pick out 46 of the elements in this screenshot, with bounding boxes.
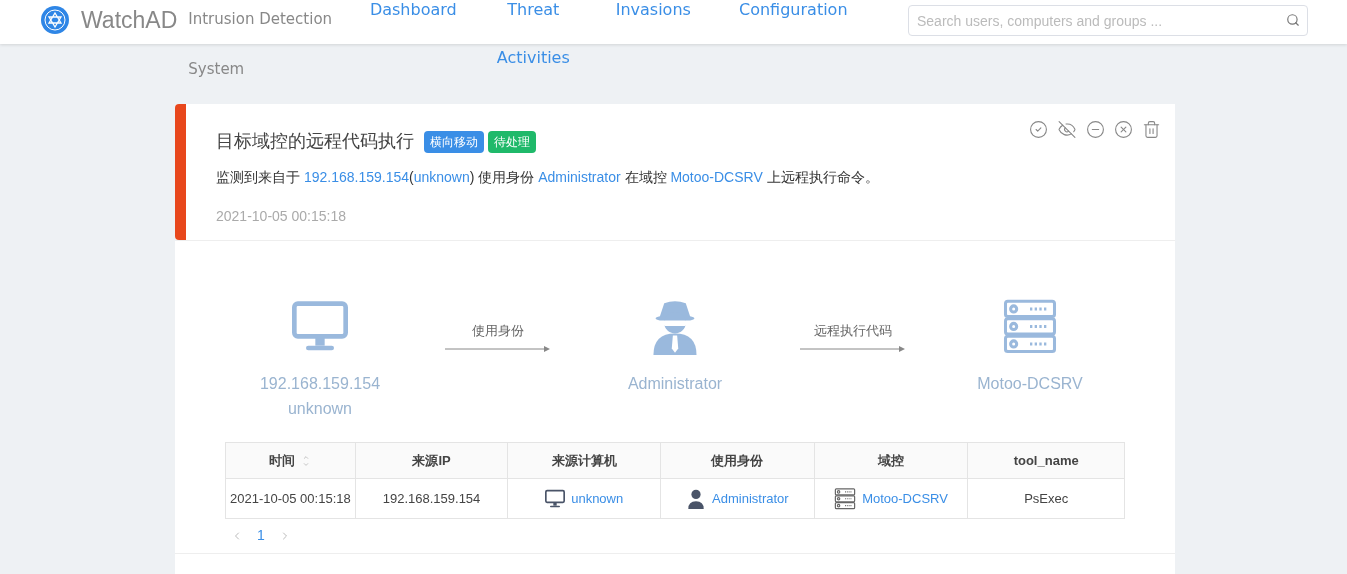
entity-link[interactable]: Administrator [712, 488, 789, 509]
tag: 待处理 [488, 130, 536, 153]
column-header: tool_name [1012, 451, 1080, 470]
table-cell-text: PsExec [1024, 489, 1069, 508]
app-subtitle: Intrusion Detection System [188, 9, 334, 80]
column-header: 使用身份 [661, 443, 815, 478]
column-header: 来源IP [355, 443, 509, 478]
server-icon [834, 487, 857, 510]
node-label: Motoo-DCSRV [977, 374, 1083, 394]
nav-link[interactable]: Configuration [728, 0, 859, 82]
entity-link[interactable]: Motoo-DCSRV [862, 488, 948, 509]
trash-icon[interactable] [1142, 120, 1161, 139]
logo-icon [40, 5, 70, 35]
server-icon [1002, 299, 1058, 355]
nav-link[interactable]: Threat Activities [488, 0, 579, 82]
node-label: Administrator [627, 374, 723, 394]
nav-link[interactable]: Dashboard [358, 0, 469, 82]
column-header: 来源计算机 [508, 443, 662, 478]
entity-link[interactable]: unknown [571, 488, 624, 509]
page-button[interactable]: 1 [255, 525, 267, 546]
nav-link[interactable]: Invasions [598, 0, 709, 82]
description-link[interactable]: 192.168.159.154 [303, 169, 409, 185]
monitor-icon [545, 488, 566, 509]
app-name: WatchAD [81, 5, 178, 35]
edge-label: 使用身份 [471, 322, 524, 340]
table-cell-text: 2021-10-05 00:15:18 [230, 489, 351, 508]
close-icon[interactable] [1114, 120, 1133, 139]
alert-description: 监测到来自于 192.168.159.154(unknown) 使用身份 Administrator 在域控 Motoo-DCSRV 上远程执行命令。 [216, 168, 880, 187]
edge-label: 远程执行代码 [813, 322, 892, 340]
search-icon [1286, 13, 1300, 27]
search-field[interactable]: Search users, computers and groups ... [908, 5, 1308, 36]
description-link[interactable]: Motoo-DCSRV [670, 169, 763, 185]
node-label: 192.168.159.154 [259, 374, 381, 394]
description-link[interactable]: Administrator [538, 169, 621, 185]
node-label: unknown [287, 399, 352, 419]
user-icon [686, 488, 707, 509]
alert-title: 目标域控的远程代码执行 [216, 130, 414, 153]
check-icon[interactable] [1029, 120, 1048, 139]
tag: 横向移动 [424, 130, 484, 153]
table-cell-text: 192.168.159.154 [382, 489, 481, 508]
column-header[interactable]: 时间 [226, 443, 356, 478]
description-link[interactable]: unknown [413, 169, 470, 185]
alert-time: 2021-10-05 00:15:18 [216, 207, 347, 226]
column-header: 域控 [814, 443, 969, 478]
minus-icon[interactable] [1086, 120, 1105, 139]
eye-off-icon[interactable] [1057, 120, 1077, 139]
